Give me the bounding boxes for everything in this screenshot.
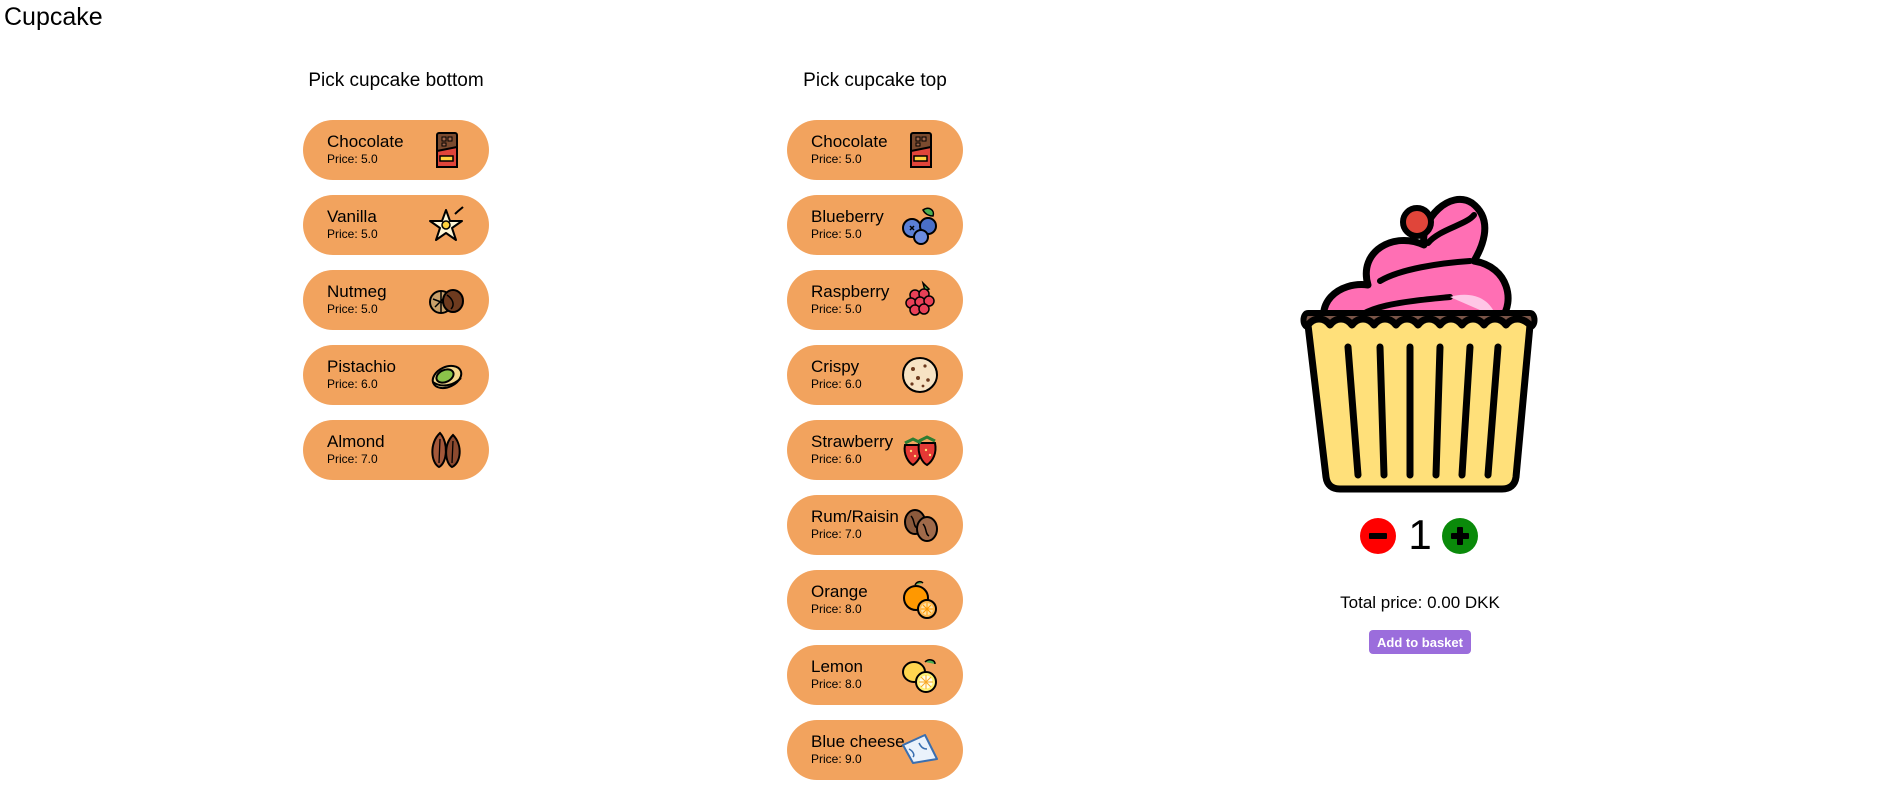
chocolate-bar-icon — [425, 129, 467, 171]
top-option[interactable]: Orange Price: 8.0 — [787, 570, 963, 630]
cupcake-preview — [1300, 185, 1540, 495]
bottom-option-text: Almond Price: 7.0 — [327, 432, 385, 466]
top-option-text: Orange Price: 8.0 — [811, 582, 868, 616]
top-option-text: Crispy Price: 6.0 — [811, 357, 862, 391]
add-to-basket-button[interactable]: Add to basket — [1369, 630, 1471, 654]
top-option[interactable]: Crispy Price: 6.0 — [787, 345, 963, 405]
top-list: Chocolate Price: 5.0 Blueberry Price: 5.0 Ra… — [787, 120, 963, 780]
top-option-price: Price: 5.0 — [811, 152, 862, 166]
top-option[interactable]: Chocolate Price: 5.0 — [787, 120, 963, 180]
top-column: Pick cupcake top Chocolate Price: 5.0 Blue… — [787, 70, 963, 795]
bottom-option-name: Nutmeg — [327, 282, 387, 301]
bottom-option-name: Vanilla — [327, 207, 377, 226]
top-heading: Pick cupcake top — [803, 70, 947, 91]
top-option-name: Blueberry — [811, 207, 884, 226]
top-option-price: Price: 5.0 — [811, 302, 862, 316]
bottom-heading: Pick cupcake bottom — [308, 70, 484, 91]
top-option[interactable]: Blue cheese Price: 9.0 — [787, 720, 963, 780]
vanilla-flower-icon — [425, 204, 467, 246]
plus-icon[interactable] — [1442, 518, 1478, 554]
top-option-price: Price: 8.0 — [811, 602, 862, 616]
top-option-price: Price: 6.0 — [811, 377, 862, 391]
bottom-option[interactable]: Chocolate Price: 5.0 — [303, 120, 489, 180]
nutmeg-icon — [425, 279, 467, 321]
quantity-value: 1 — [1408, 511, 1432, 558]
top-option[interactable]: Rum/Raisin Price: 7.0 — [787, 495, 963, 555]
top-option-name: Blue cheese — [811, 732, 905, 751]
bottom-option[interactable]: Nutmeg Price: 5.0 — [303, 270, 489, 330]
total-price: Total price: 0.00 DKK — [1340, 593, 1500, 612]
top-option[interactable]: Blueberry Price: 5.0 — [787, 195, 963, 255]
bottom-option[interactable]: Vanilla Price: 5.0 — [303, 195, 489, 255]
orange-icon — [899, 579, 941, 621]
top-option-text: Rum/Raisin Price: 7.0 — [811, 507, 899, 541]
top-option-price: Price: 7.0 — [811, 527, 862, 541]
top-option[interactable]: Strawberry Price: 6.0 — [787, 420, 963, 480]
top-option-name: Raspberry — [811, 282, 890, 301]
lemon-icon — [899, 654, 941, 696]
raspberry-icon — [899, 279, 941, 321]
top-option-price: Price: 6.0 — [811, 452, 862, 466]
bottom-option-name: Chocolate — [327, 132, 404, 151]
top-option-name: Crispy — [811, 357, 860, 376]
top-option-price: Price: 8.0 — [811, 677, 862, 691]
cookie-icon — [899, 354, 941, 396]
bottom-column: Pick cupcake bottom Chocolate Price: 5.0 V… — [303, 70, 489, 495]
top-option-text: Raspberry Price: 5.0 — [811, 282, 889, 316]
top-option[interactable]: Lemon Price: 8.0 — [787, 645, 963, 705]
cupcake-icon — [1300, 196, 1538, 493]
top-option-text: Blue cheese Price: 9.0 — [811, 732, 905, 766]
almond-icon — [425, 429, 467, 471]
bottom-option-price: Price: 5.0 — [327, 227, 378, 241]
top-option-text: Chocolate Price: 5.0 — [811, 132, 888, 166]
pistachio-icon — [425, 354, 467, 396]
quantity-stepper: 1 — [1360, 512, 1480, 558]
top-option-text: Lemon Price: 8.0 — [811, 657, 863, 691]
bottom-option-text: Vanilla Price: 5.0 — [327, 207, 378, 241]
chocolate-bar-icon — [899, 129, 941, 171]
app-title: Cupcake — [4, 3, 103, 31]
top-option[interactable]: Raspberry Price: 5.0 — [787, 270, 963, 330]
bottom-option-text: Chocolate Price: 5.0 — [327, 132, 404, 166]
bottom-option-name: Pistachio — [327, 357, 396, 376]
bottom-option-text: Nutmeg Price: 5.0 — [327, 282, 387, 316]
bottom-list: Chocolate Price: 5.0 Vanilla Price: 5.0 Nutm… — [303, 120, 489, 480]
blueberry-icon — [899, 204, 941, 246]
top-option-price: Price: 5.0 — [811, 227, 862, 241]
top-option-price: Price: 9.0 — [811, 752, 862, 766]
minus-icon[interactable] — [1360, 518, 1396, 554]
bottom-option[interactable]: Pistachio Price: 6.0 — [303, 345, 489, 405]
top-option-name: Lemon — [811, 657, 863, 676]
raisin-icon — [899, 504, 941, 546]
bottom-option[interactable]: Almond Price: 7.0 — [303, 420, 489, 480]
top-option-name: Strawberry — [811, 432, 894, 451]
bottom-option-price: Price: 7.0 — [327, 452, 378, 466]
bottom-option-text: Pistachio Price: 6.0 — [327, 357, 396, 391]
top-option-name: Chocolate — [811, 132, 888, 151]
top-option-name: Rum/Raisin — [811, 507, 899, 526]
top-option-text: Strawberry Price: 6.0 — [811, 432, 893, 466]
top-option-text: Blueberry Price: 5.0 — [811, 207, 884, 241]
bottom-option-price: Price: 6.0 — [327, 377, 378, 391]
top-option-name: Orange — [811, 582, 868, 601]
bottom-option-price: Price: 5.0 — [327, 152, 378, 166]
strawberry-icon — [899, 429, 941, 471]
bottom-option-price: Price: 5.0 — [327, 302, 378, 316]
bottom-option-name: Almond — [327, 432, 385, 451]
cheese-icon — [899, 729, 941, 771]
